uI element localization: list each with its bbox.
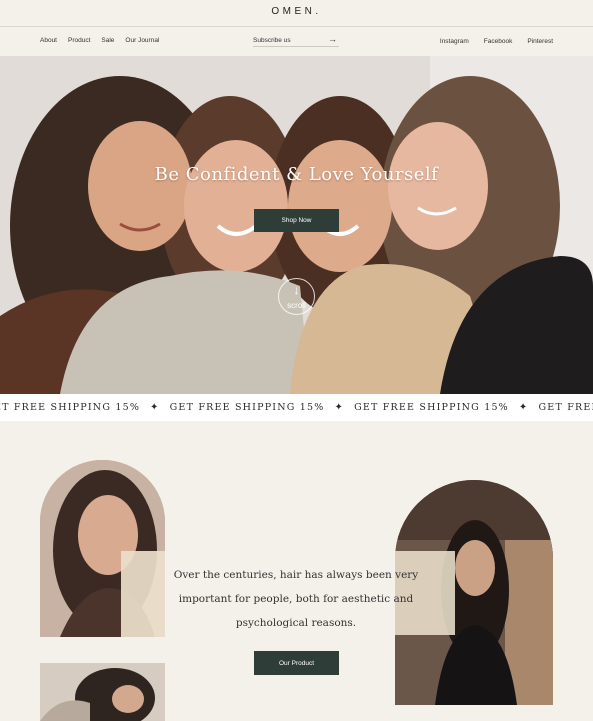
arrow-right-icon[interactable]: →	[328, 34, 337, 44]
portrait-photo-bottom	[40, 663, 165, 721]
nav-link-product[interactable]: Product	[68, 37, 90, 44]
portrait-photo-bottom-image	[40, 663, 165, 721]
scroll-label: scroll	[287, 301, 306, 310]
four-point-star-icon: ✦	[150, 402, 160, 413]
marquee-item: ET FREE SHIPPING 15%	[0, 402, 141, 413]
marquee-track: ET FREE SHIPPING 15% ✦ GET FREE SHIPPING 1…	[0, 402, 593, 413]
subscribe-field[interactable]: Subscribe us →	[253, 34, 339, 47]
hero-title: Be Confident & Love Yourself	[154, 164, 439, 185]
brand-bar: OMEN.	[0, 0, 593, 27]
subscribe-label: Subscribe us	[253, 37, 291, 44]
four-point-star-icon: ✦	[518, 402, 529, 413]
shop-now-button[interactable]: Shop Now	[254, 209, 339, 232]
four-point-star-icon: ✦	[334, 402, 345, 413]
hero-banner: Be Confident & Love Yourself Shop Now ↓ …	[0, 56, 593, 394]
marquee-item: GET FREE SHIPPING 15%	[354, 402, 509, 413]
nav-link-about[interactable]: About	[40, 37, 57, 44]
our-product-button[interactable]: Our Product	[254, 651, 339, 675]
arrow-down-icon: ↓	[293, 283, 300, 297]
nav-link-instagram[interactable]: Instagram	[440, 38, 469, 45]
main-nav: About Product Sale Our Journal Subscribe…	[0, 27, 593, 56]
shipping-marquee: ET FREE SHIPPING 15% ✦ GET FREE SHIPPING 1…	[0, 394, 593, 421]
brand-logo[interactable]: OMEN.	[0, 6, 593, 17]
nav-link-sale[interactable]: Sale	[101, 37, 114, 44]
decor-block-left	[121, 551, 165, 637]
scroll-button[interactable]: ↓ scroll	[278, 278, 315, 315]
nav-link-facebook[interactable]: Facebook	[484, 38, 513, 45]
nav-link-our-journal[interactable]: Our Journal	[125, 37, 159, 44]
nav-right: Instagram Facebook Pinterest	[440, 38, 553, 45]
nav-left: About Product Sale Our Journal	[40, 37, 159, 44]
marquee-item: GET FREE SHIPPING 15%	[169, 402, 325, 413]
marquee-item: GET FREE SHI	[538, 402, 593, 413]
nav-link-pinterest[interactable]: Pinterest	[527, 38, 553, 45]
about-text: Over the centuries, hair has always been…	[173, 569, 419, 629]
